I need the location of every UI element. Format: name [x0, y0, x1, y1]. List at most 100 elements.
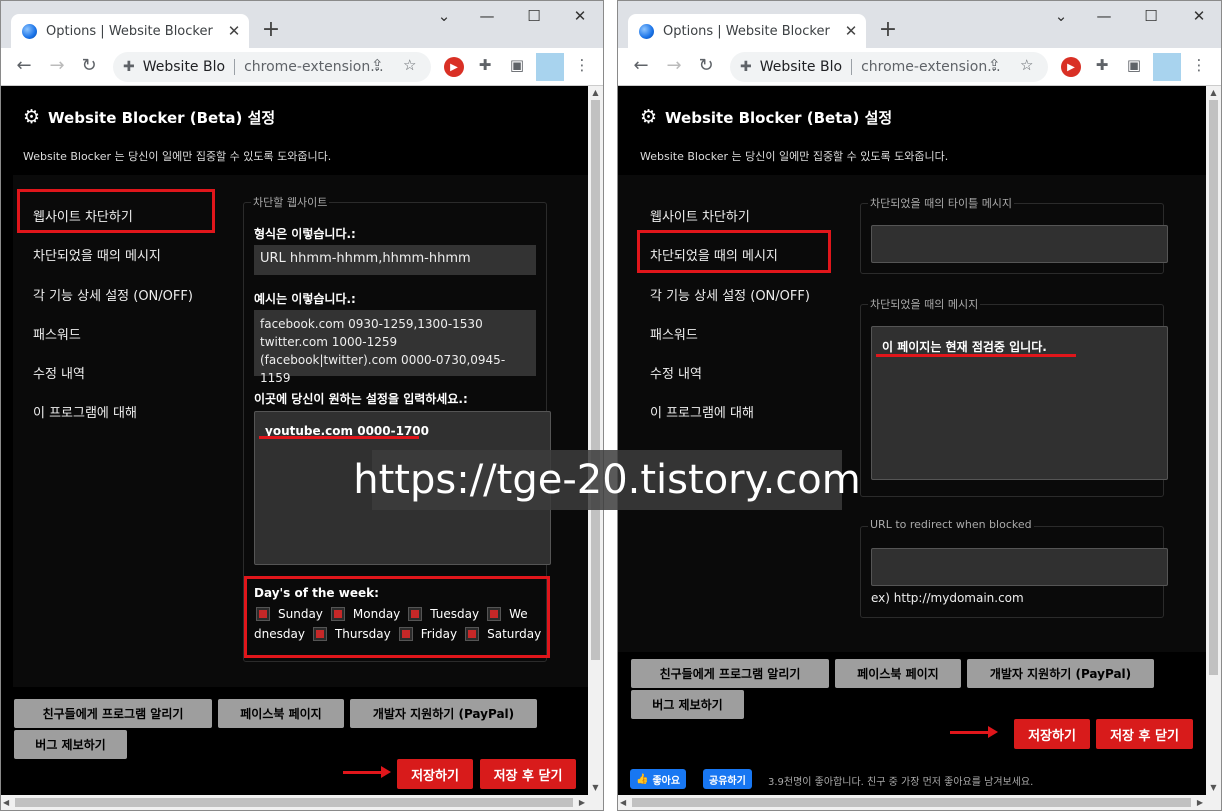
horizontal-scrollbar[interactable]: ◀ ▶ — [1, 795, 603, 810]
puzzle-icon: ✚ — [123, 59, 135, 75]
vertical-scrollbar[interactable]: ▲ ▼ — [1206, 86, 1221, 795]
save-button[interactable]: 저장하기 — [397, 759, 473, 789]
site-name: Website Blo — [759, 59, 843, 75]
title-input[interactable] — [871, 225, 1168, 263]
fb-like-button[interactable]: 👍 좋아요 — [630, 769, 687, 789]
paypal-support-button[interactable]: 개발자 지원하기 (PayPal) — [350, 699, 537, 728]
tab-strip: Options | Website Blocker ✕ + ⌄ — ☐ ✕ — [618, 1, 1221, 48]
days-row: Sunday Monday Tuesday We — [254, 607, 528, 621]
day-label: dnesday — [254, 627, 305, 641]
checkbox-friday[interactable] — [398, 627, 413, 641]
minimize-button[interactable]: — — [1093, 7, 1115, 25]
tab-options[interactable]: Options | Website Blocker ✕ — [11, 14, 249, 48]
days-row: dnesday Thursday Friday Saturday — [254, 627, 541, 641]
back-icon[interactable]: ← — [13, 55, 35, 76]
tab-title-rest: | Website Blocker — [96, 23, 213, 39]
reload-icon[interactable]: ↻ — [78, 55, 100, 76]
close-icon[interactable]: ✕ — [225, 22, 243, 40]
page-subtitle: Website Blocker 는 당신이 일에만 집중할 수 있도록 도와줍니… — [23, 150, 332, 163]
nav-password[interactable]: 패스워드 — [650, 324, 698, 343]
chevron-down-icon[interactable]: ⌄ — [433, 7, 455, 25]
nav-password[interactable]: 패스워드 — [33, 324, 81, 343]
fb-like-label: 좋아요 — [652, 775, 681, 787]
vertical-scrollbar[interactable]: ▲ ▼ — [588, 86, 603, 795]
nav-changelog[interactable]: 수정 내역 — [33, 363, 85, 382]
nav-about[interactable]: 이 프로그램에 대해 — [650, 402, 754, 421]
checkbox-sunday[interactable] — [256, 607, 270, 621]
nav-block-message[interactable]: 차단되었을 때의 메시지 — [33, 245, 161, 264]
sidepanel-icon[interactable]: ▣ — [1123, 56, 1145, 78]
paypal-support-button[interactable]: 개발자 지원하기 (PayPal) — [967, 659, 1154, 688]
day-label: Sunday — [278, 607, 323, 621]
underline-mark — [259, 436, 419, 439]
gear-icon: ⚙ — [640, 106, 658, 128]
day-label: Monday — [352, 607, 401, 621]
horizontal-scrollbar[interactable]: ◀ ▶ — [618, 795, 1221, 810]
share-program-button[interactable]: 친구들에게 프로그램 알리기 — [631, 659, 829, 688]
facebook-page-button[interactable]: 페이스북 페이지 — [835, 659, 961, 688]
maximize-button[interactable]: ☐ — [1140, 7, 1162, 25]
new-tab-button[interactable]: + — [259, 17, 283, 42]
forward-icon[interactable]: → — [46, 55, 68, 76]
nav-feature-settings[interactable]: 각 기능 상세 설정 (ON/OFF) — [33, 285, 193, 304]
checkbox-thursday[interactable] — [312, 627, 327, 641]
checkbox-wednesday[interactable] — [487, 607, 502, 621]
star-icon[interactable]: ☆ — [1020, 56, 1033, 74]
gear-icon: ⚙ — [23, 106, 41, 128]
chevron-down-icon[interactable]: ⌄ — [1050, 7, 1072, 25]
avatar[interactable] — [1153, 53, 1181, 81]
checkbox-tuesday[interactable] — [408, 607, 423, 621]
maximize-button[interactable]: ☐ — [523, 7, 545, 25]
star-icon[interactable]: ☆ — [403, 56, 416, 74]
forward-icon[interactable]: → — [663, 55, 685, 76]
save-button[interactable]: 저장하기 — [1014, 719, 1090, 749]
share-icon[interactable]: ⇪ — [371, 56, 384, 74]
nav-feature-settings[interactable]: 각 기능 상세 설정 (ON/OFF) — [650, 285, 810, 304]
arrow-mark — [343, 766, 391, 778]
bug-report-button[interactable]: 버그 제보하기 — [14, 730, 127, 759]
fb-share-button[interactable]: 공유하기 — [703, 769, 752, 789]
address-bar[interactable]: ✚ Website Blo chrome-extension... ⇪ ☆ — [730, 52, 1048, 82]
example-box: facebook.com 0930-1259,1300-1530 twitter… — [254, 310, 536, 385]
checkbox-saturday[interactable] — [465, 627, 480, 641]
window-close-button[interactable]: ✕ — [1188, 7, 1210, 25]
puzzle-icon[interactable]: ✚ — [474, 56, 496, 78]
fb-like-count-text: 3.9천명이 좋아합니다. 친구 중 가장 먼저 좋아요를 남겨보세요. — [768, 777, 1034, 788]
checkbox-monday[interactable] — [330, 607, 345, 621]
share-icon[interactable]: ⇪ — [988, 56, 1001, 74]
title-legend: 차단되었을 때의 타이틀 메시지 — [868, 195, 1015, 211]
sites-legend: 차단할 웹사이트 — [251, 194, 330, 210]
menu-icon[interactable]: ⋮ — [1188, 56, 1210, 78]
nav-block-sites[interactable]: 웹사이트 차단하기 — [650, 206, 750, 225]
back-icon[interactable]: ← — [630, 55, 652, 76]
facebook-page-button[interactable]: 페이스북 페이지 — [218, 699, 344, 728]
record-icon[interactable]: ▶ — [444, 57, 464, 77]
record-icon[interactable]: ▶ — [1061, 57, 1081, 77]
reload-icon[interactable]: ↻ — [695, 55, 717, 76]
redirect-input[interactable] — [871, 548, 1168, 586]
minimize-button[interactable]: — — [476, 7, 498, 25]
save-close-button[interactable]: 저장 후 닫기 — [480, 759, 576, 789]
globe-icon — [639, 23, 654, 39]
sidepanel-icon[interactable]: ▣ — [506, 56, 528, 78]
share-program-button[interactable]: 친구들에게 프로그램 알리기 — [14, 699, 212, 728]
close-icon[interactable]: ✕ — [842, 22, 860, 40]
bug-report-button[interactable]: 버그 제보하기 — [631, 690, 744, 719]
format-value: URL hhmm-hhmm,hhmm-hhmm — [254, 245, 536, 275]
puzzle-icon[interactable]: ✚ — [1091, 56, 1113, 78]
example-line: twitter.com 1000-1259 — [260, 335, 398, 349]
example-line: (facebook|twitter).com 0000-0730,0945-11… — [260, 353, 506, 385]
browser-window-left: Options | Website Blocker ✕ + ⌄ — ☐ ✕ ← … — [0, 0, 604, 811]
save-close-button[interactable]: 저장 후 닫기 — [1096, 719, 1193, 749]
window-close-button[interactable]: ✕ — [569, 7, 591, 25]
message-textarea[interactable]: 이 페이지는 현재 점검중 입니다. — [871, 326, 1168, 480]
nav-about[interactable]: 이 프로그램에 대해 — [33, 402, 137, 421]
browser-window-right: Options | Website Blocker ✕ + ⌄ — ☐ ✕ ← … — [617, 0, 1222, 811]
avatar[interactable] — [536, 53, 564, 81]
nav-changelog[interactable]: 수정 내역 — [650, 363, 702, 382]
menu-icon[interactable]: ⋮ — [571, 56, 593, 78]
new-tab-button[interactable]: + — [876, 17, 900, 42]
tab-options[interactable]: Options | Website Blocker ✕ — [628, 14, 866, 48]
address-bar[interactable]: ✚ Website Blo chrome-extension... ⇪ ☆ — [113, 52, 431, 82]
highlight-box — [17, 189, 215, 233]
